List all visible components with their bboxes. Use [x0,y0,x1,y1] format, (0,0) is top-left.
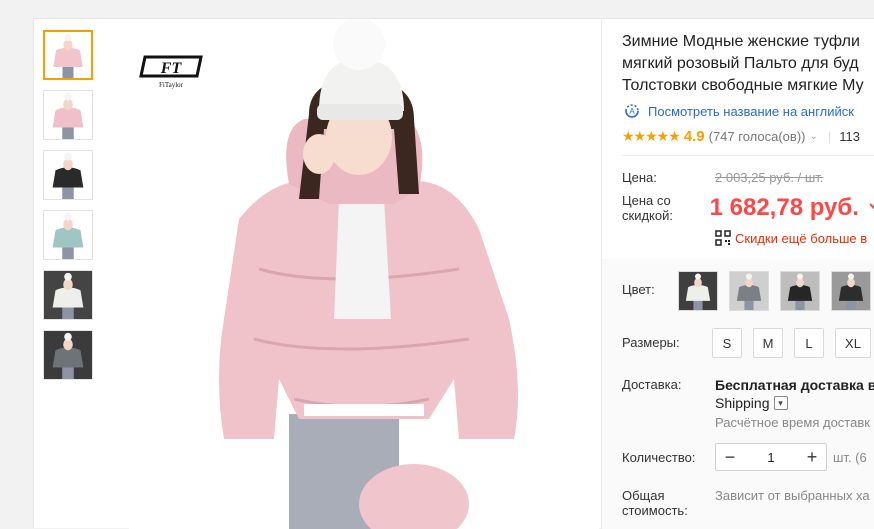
shipping-label: Доставка: [622,377,682,392]
product-title: Зимние Модные женские туфли мягкий розов… [622,31,874,97]
chevron-down-icon[interactable]: ⌄ [809,131,817,142]
title-line-2: мягкий розовый Пальто для буд [622,55,859,72]
size-options: S M L XL [712,328,874,358]
color-swatch-4[interactable] [831,271,871,311]
brand-logo: FT FiTaylor [139,54,205,92]
color-swatch-1[interactable] [678,271,718,311]
discount-label-line-2: скидкой: [622,208,673,223]
chevron-down-icon[interactable]: ▾ [773,396,788,410]
main-product-image[interactable] [129,19,599,529]
total-note: Зависит от выбранных ха [715,488,870,503]
quantity-stepper: − 1 + [715,443,827,471]
thumbnail-3[interactable] [43,150,93,200]
title-line-3: Толстовки свободные мягкие Му [622,77,864,94]
original-price: 2 003,25 руб. / шт. [715,170,824,185]
translate-icon: A [625,104,639,118]
original-price-label: Цена: [622,170,657,185]
thumbnail-1[interactable] [43,30,93,80]
increment-button[interactable]: + [798,444,826,470]
size-option-s[interactable]: S [712,328,742,358]
price-section: Цена: 2 003,25 руб. / шт. Цена со скидко… [622,156,874,246]
svg-text:FiTaylor: FiTaylor [159,81,184,89]
thumbnail-2[interactable] [43,90,93,140]
total-label-line-2: стоимость: [622,503,688,518]
rating-row: ★★★★★ 4.9 (747 голоса(ов)) ⌄ | 113 [622,127,874,145]
promo-link[interactable]: Скидки ещё больше в [715,230,874,246]
orders-count: 113 [839,128,860,144]
discount-price-label: Цена со скидкой: [622,193,710,223]
price-trend-arrow-icon: ↘ [867,199,874,219]
shipping-method-select[interactable]: Shipping ▾ [715,395,874,411]
shipping-main: Бесплатная доставка в [715,377,874,393]
title-line-1: Зимние Модные женские туфли [622,33,860,50]
votes-count[interactable]: (747 голоса(ов)) [709,129,806,144]
color-swatches [678,271,874,311]
product-card: FT FiTaylor Зимние Модные женские туфли … [33,18,874,529]
quantity-input[interactable]: 1 [744,450,798,465]
size-option-m[interactable]: M [753,328,783,358]
color-label: Цвет: [622,282,655,297]
decrement-button[interactable]: − [716,444,744,470]
discount-label-line-1: Цена со [622,193,671,208]
qr-code-icon [715,230,731,246]
thumbnail-strip [43,30,93,390]
discount-price: 1 682,78 руб. ↘ [710,193,874,224]
total-label-line-1: Общая [622,488,665,503]
color-swatch-2[interactable] [729,271,769,311]
translate-link[interactable]: A Посмотреть название на английск [622,101,874,121]
translate-link-text[interactable]: Посмотреть название на английск [648,104,854,119]
size-option-xl[interactable]: XL [835,328,871,358]
thumbnail-6[interactable] [43,330,93,380]
promo-text[interactable]: Скидки ещё больше в [735,231,867,246]
svg-text:FT: FT [160,60,183,77]
total-label: Общая стоимость: [622,488,715,518]
shipping-method[interactable]: Shipping [715,395,770,411]
color-swatch-3[interactable] [780,271,820,311]
size-label: Размеры: [622,335,680,350]
rating-value: 4.9 [683,127,705,145]
size-option-l[interactable]: L [794,328,824,358]
star-rating-icon: ★★★★★ [622,127,681,144]
quantity-label: Количество: [622,449,696,465]
shipping-estimate: Расчётное время доставк [715,415,870,430]
options-panel: Цвет: Размеры: S M L XL Доставка: Бесплатна… [622,271,874,518]
thumbnail-5[interactable] [43,270,93,320]
quantity-available: шт. (6 [833,449,867,465]
rating-separator: | [827,128,832,144]
discount-price-value: 1 682,78 руб. [709,194,859,221]
svg-text:A: A [629,107,635,116]
model-pink-jacket-photo [219,19,518,529]
thumbnail-4[interactable] [43,210,93,260]
